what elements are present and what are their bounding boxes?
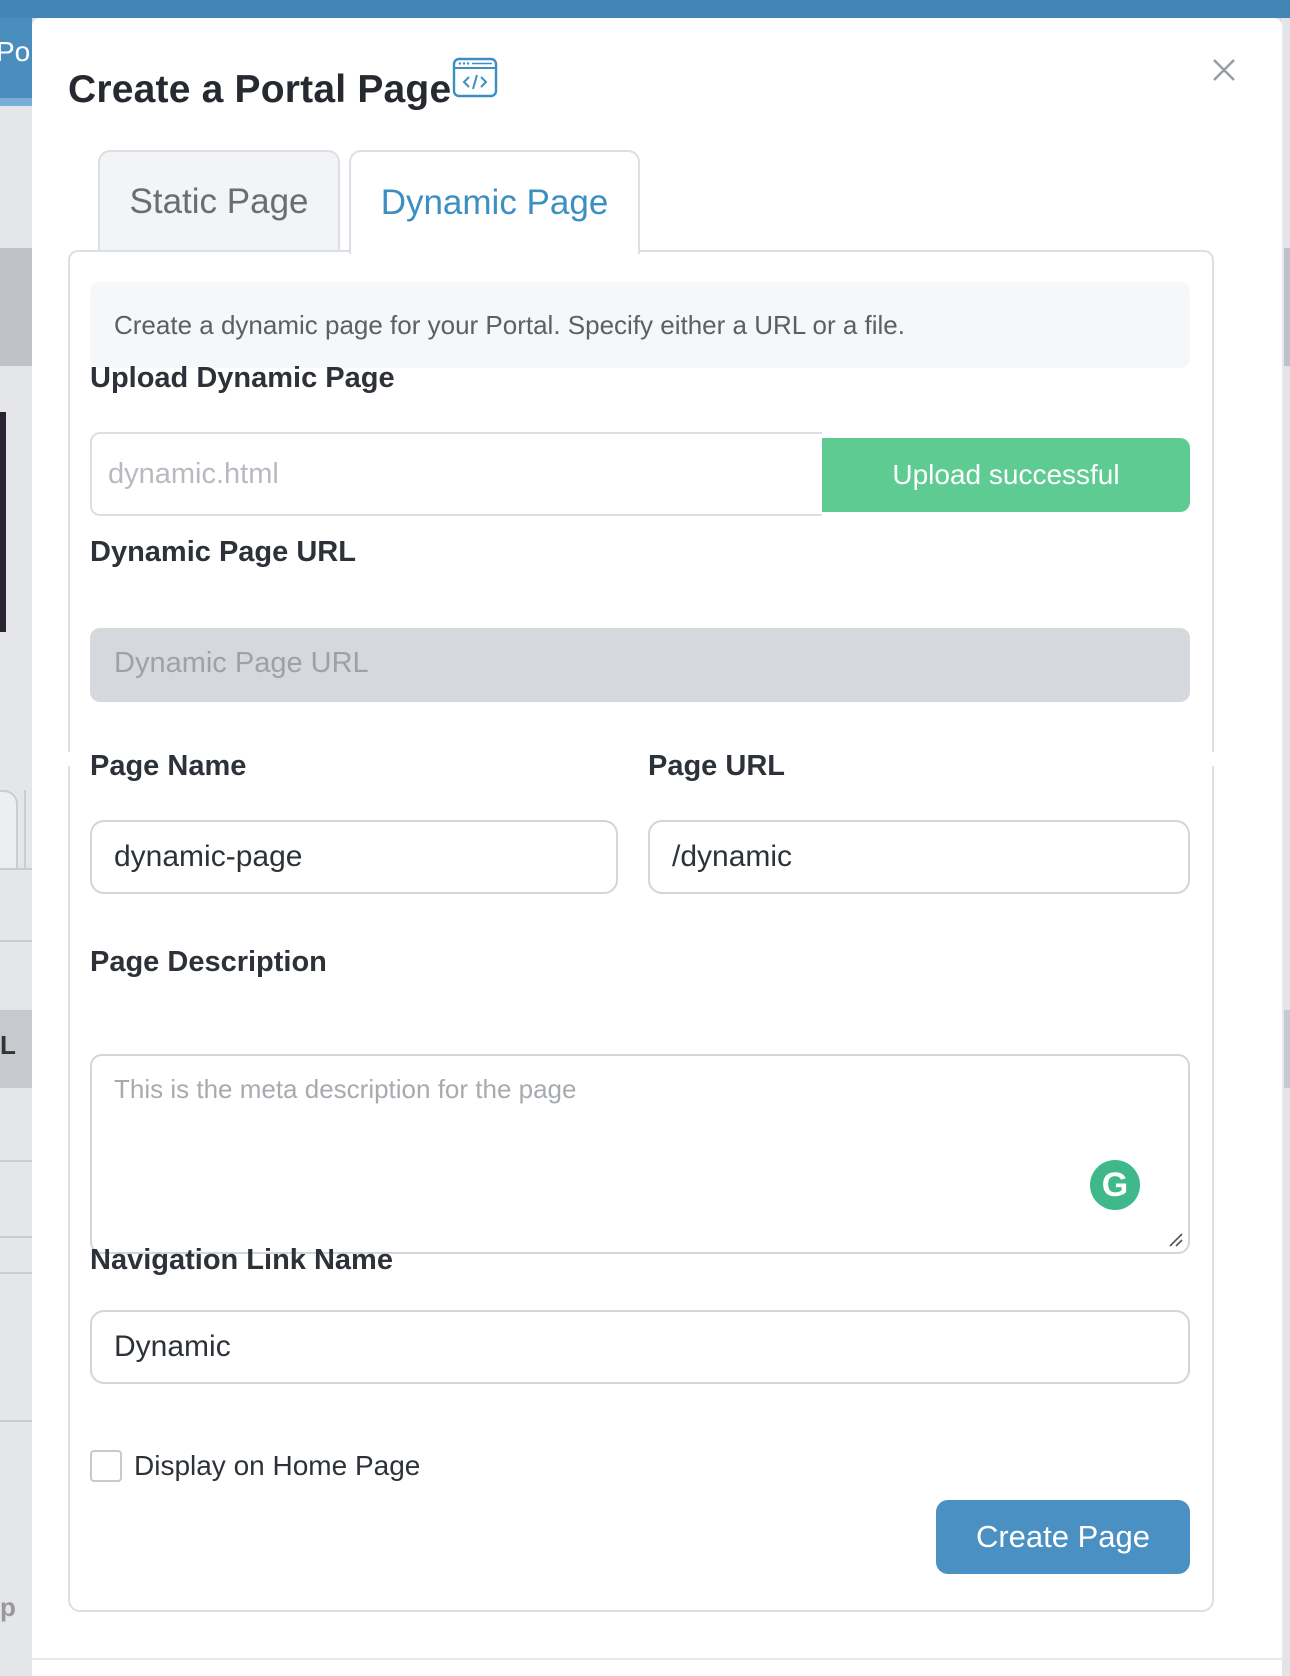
background-bottom-text: p	[0, 1592, 16, 1622]
page-description-label: Page Description	[90, 946, 327, 978]
code-window-icon	[452, 57, 498, 98]
background-divider	[0, 940, 32, 942]
page-url-label: Page URL	[648, 750, 785, 782]
background-header-block	[0, 248, 32, 366]
background-top-bar	[0, 0, 1290, 18]
background-divider	[0, 1160, 32, 1162]
page-name-input[interactable]: dynamic-page	[90, 820, 618, 894]
close-icon[interactable]	[1204, 50, 1244, 90]
display-on-home-checkbox[interactable]	[90, 1450, 122, 1482]
modal-title: Create a Portal Page	[68, 68, 452, 111]
upload-file-input[interactable]: dynamic.html	[90, 432, 822, 516]
page-description-textarea[interactable]: This is the meta description for the pag…	[90, 1054, 1190, 1254]
dynamic-page-url-label: Dynamic Page URL	[90, 536, 356, 568]
page-name-label: Page Name	[90, 750, 247, 782]
dynamic-page-url-input[interactable]: Dynamic Page URL	[90, 628, 1190, 702]
background-nav-underline	[0, 98, 32, 106]
resize-handle-icon[interactable]	[1166, 1230, 1184, 1248]
background-divider	[0, 1272, 32, 1274]
background-tab	[0, 790, 18, 870]
upload-status-button[interactable]: Upload successful	[822, 438, 1190, 512]
navigation-link-name-label: Navigation Link Name	[90, 1244, 393, 1276]
background-divider	[0, 1236, 32, 1238]
create-portal-page-modal: Create a Portal Page Static Page Dynamic…	[32, 18, 1284, 1676]
background-nav-text: Po	[0, 36, 31, 67]
display-on-home-label: Display on Home Page	[134, 1450, 421, 1481]
tab-dynamic-page[interactable]: Dynamic Page	[349, 150, 640, 254]
upload-dynamic-page-label: Upload Dynamic Page	[90, 362, 395, 394]
page-url-input[interactable]: /dynamic	[648, 820, 1190, 894]
background-table-header-text: L	[0, 1030, 16, 1060]
modal-edge	[1282, 18, 1284, 1658]
modal-footer-divider	[32, 1658, 1284, 1660]
tab-static-page[interactable]: Static Page	[98, 150, 340, 252]
create-page-button[interactable]: Create Page	[936, 1500, 1190, 1574]
navigation-link-name-input[interactable]: Dynamic	[90, 1310, 1190, 1384]
background-divider	[0, 1420, 32, 1422]
grammarly-icon[interactable]: G	[1090, 1160, 1140, 1210]
background-divider	[0, 868, 32, 870]
info-message: Create a dynamic page for your Portal. S…	[90, 282, 1190, 368]
background-image	[0, 412, 6, 632]
